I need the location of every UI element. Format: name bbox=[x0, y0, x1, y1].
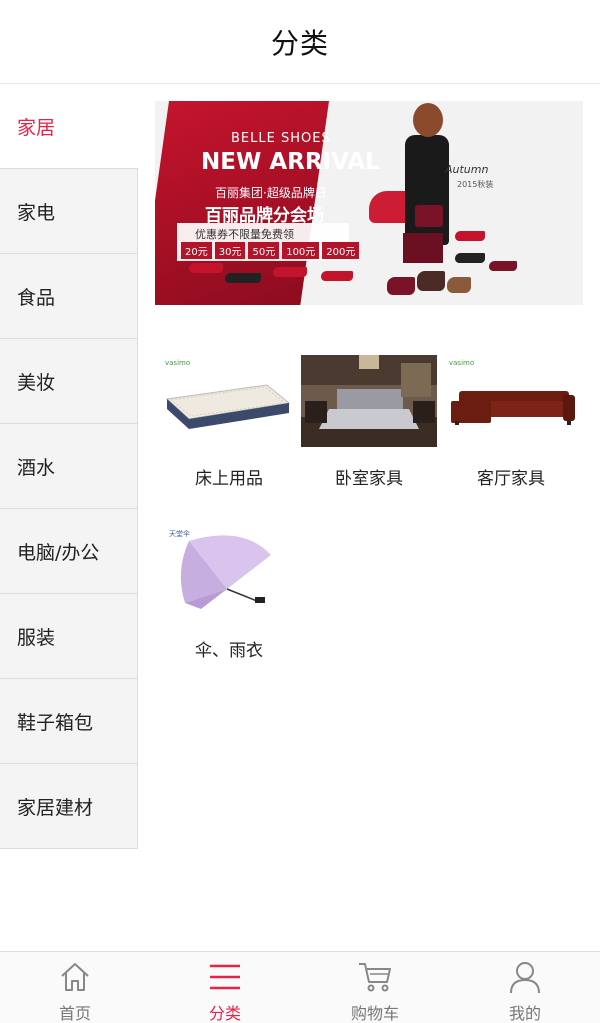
sofa-image: vasimo bbox=[443, 355, 579, 447]
banner-coupon-text: 优惠券不限量免费领 bbox=[195, 228, 294, 241]
banner-brand: BELLE SHOES bbox=[231, 131, 331, 146]
category-label: 伞、雨衣 bbox=[195, 641, 263, 661]
tab-label: 分类 bbox=[208, 1004, 241, 1023]
category-living-room-furniture[interactable]: vasimo 客厅家具 bbox=[443, 355, 583, 489]
banner-shoe bbox=[455, 253, 485, 263]
bedroom-icon bbox=[301, 355, 437, 447]
bottom-tab-bar: 首页 分类 购物车 我的 bbox=[0, 951, 600, 1023]
umbrella-image: 天堂伞 bbox=[161, 527, 297, 619]
sidebar-item-appliances[interactable]: 家电 bbox=[0, 169, 138, 254]
banner-shoe bbox=[455, 231, 485, 241]
banner-autumn-text: Autumn bbox=[445, 163, 489, 176]
cart-icon bbox=[357, 960, 393, 994]
banner-coupon-chips: 20元 30元 50元 100元 200元 bbox=[181, 242, 360, 259]
sidebar-item-home[interactable]: 家居 bbox=[0, 84, 138, 169]
coupon-chip: 100元 bbox=[282, 242, 320, 259]
page-title: 分类 bbox=[270, 26, 329, 60]
sidebar-item-computer-office[interactable]: 电脑/办公 bbox=[0, 509, 138, 594]
banner-shoe bbox=[273, 267, 307, 277]
category-content: BELLE SHOES NEW ARRIVAL 百丽集团·超级品牌日 百丽品牌分… bbox=[155, 101, 583, 661]
tab-label: 购物车 bbox=[350, 1004, 399, 1023]
sidebar-item-shoes-bags[interactable]: 鞋子箱包 bbox=[0, 679, 138, 764]
mattress-image: vasimo bbox=[161, 355, 297, 447]
banner-shoe bbox=[489, 261, 517, 271]
category-bedroom-furniture[interactable]: 卧室家具 bbox=[301, 355, 441, 489]
umbrella-icon bbox=[180, 535, 271, 609]
home-icon bbox=[57, 960, 93, 994]
brand-mark: vasimo bbox=[165, 359, 191, 367]
category-label: 床上用品 bbox=[195, 469, 263, 489]
tab-cart[interactable]: 购物车 bbox=[300, 952, 450, 1023]
category-bedding[interactable]: vasimo 床上用品 bbox=[161, 355, 301, 489]
banner-shoe bbox=[447, 277, 471, 293]
menu-icon bbox=[207, 960, 243, 994]
user-icon bbox=[507, 960, 543, 994]
tab-label: 我的 bbox=[508, 1004, 541, 1023]
category-label: 卧室家具 bbox=[335, 469, 403, 489]
coupon-chip: 30元 bbox=[214, 242, 246, 259]
sofa-icon bbox=[451, 391, 575, 425]
banner-model-head bbox=[413, 103, 443, 137]
sidebar-item-beauty[interactable]: 美妆 bbox=[0, 339, 138, 424]
tab-home[interactable]: 首页 bbox=[0, 952, 150, 1023]
sidebar-item-drinks[interactable]: 酒水 bbox=[0, 424, 138, 509]
coupon-chip: 50元 bbox=[248, 242, 280, 259]
coupon-chip: 200元 bbox=[322, 242, 360, 259]
banner-shoe bbox=[417, 271, 445, 291]
coupon-chip: 20元 bbox=[181, 242, 212, 259]
banner-subtitle: 百丽集团·超级品牌日 bbox=[215, 186, 327, 200]
banner-headline: NEW ARRIVAL bbox=[201, 149, 380, 175]
banner-handbag bbox=[415, 205, 443, 227]
bedroom-image bbox=[301, 355, 437, 447]
header-bar: 分类 bbox=[0, 0, 600, 84]
tab-category[interactable]: 分类 bbox=[150, 952, 300, 1023]
category-umbrella-raincoat[interactable]: 天堂伞 伞、雨衣 bbox=[161, 527, 301, 661]
banner-shoe bbox=[189, 263, 223, 273]
banner-autumn-sub: 2015秋装 bbox=[457, 180, 494, 189]
banner-shoe bbox=[225, 273, 261, 283]
brand-mark: vasimo bbox=[449, 359, 475, 367]
tab-mine[interactable]: 我的 bbox=[450, 952, 600, 1023]
sidebar-item-food[interactable]: 食品 bbox=[0, 254, 138, 339]
banner-shoebox bbox=[403, 233, 443, 263]
promo-banner[interactable]: BELLE SHOES NEW ARRIVAL 百丽集团·超级品牌日 百丽品牌分… bbox=[155, 101, 583, 305]
banner-shoe bbox=[387, 277, 415, 295]
brand-mark: 天堂伞 bbox=[169, 530, 190, 538]
sidebar-item-building-materials[interactable]: 家居建材 bbox=[0, 764, 138, 849]
banner-model-body bbox=[405, 135, 449, 245]
tab-label: 首页 bbox=[58, 1004, 91, 1023]
category-label: 客厅家具 bbox=[477, 469, 545, 489]
banner-shoe bbox=[321, 271, 353, 281]
mattress-icon bbox=[165, 384, 291, 429]
category-sidebar: 家居 家电 食品 美妆 酒水 电脑/办公 服装 鞋子箱包 家居建材 bbox=[0, 84, 138, 849]
sidebar-item-clothing[interactable]: 服装 bbox=[0, 594, 138, 679]
